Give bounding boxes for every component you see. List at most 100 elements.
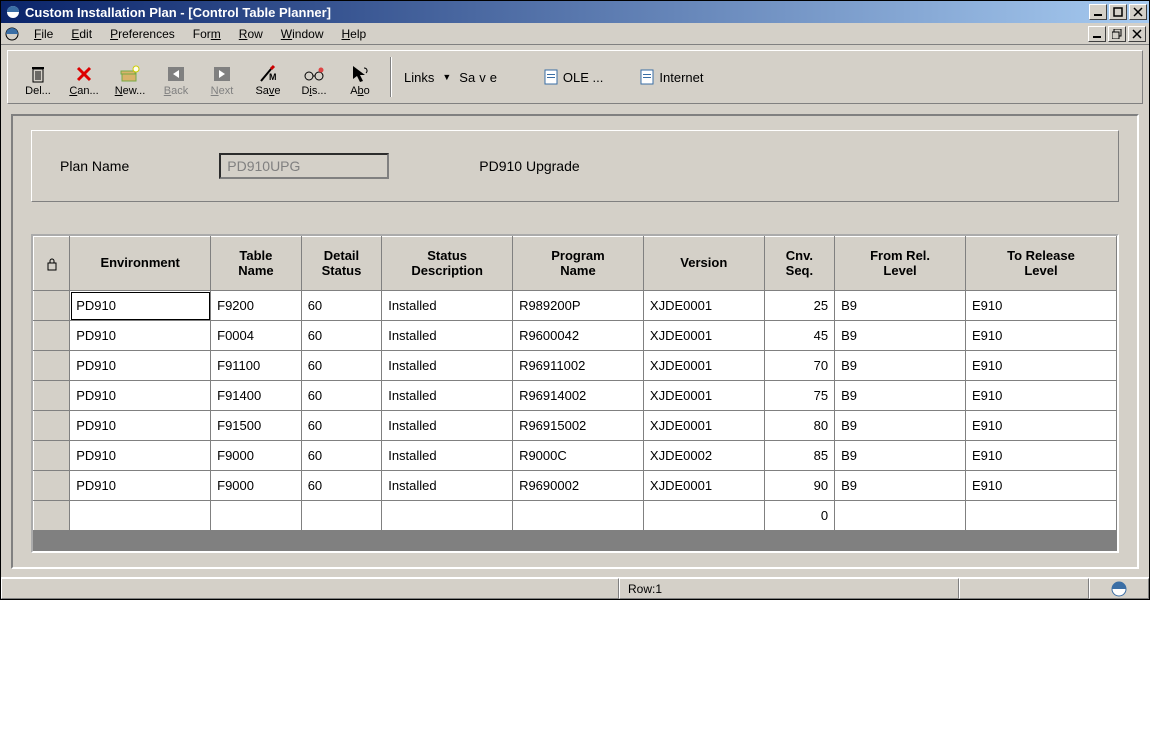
cell-to-release-level[interactable] xyxy=(965,501,1116,531)
table-row[interactable]: PD910F9110060InstalledR96911002XJDE00017… xyxy=(34,351,1117,381)
delete-button[interactable]: Del... xyxy=(16,55,60,99)
cell-cnv-seq[interactable]: 85 xyxy=(764,441,834,471)
links-save[interactable]: Save xyxy=(459,70,497,85)
cell-version[interactable]: XJDE0001 xyxy=(643,411,764,441)
links-internet[interactable]: Internet xyxy=(639,69,703,85)
cell-environment[interactable] xyxy=(70,501,211,531)
cell-version[interactable]: XJDE0001 xyxy=(643,381,764,411)
cell-environment[interactable]: PD910 xyxy=(70,441,211,471)
row-header[interactable] xyxy=(34,471,70,501)
maximize-button[interactable] xyxy=(1109,4,1127,20)
cell-to-release-level[interactable]: E910 xyxy=(965,351,1116,381)
cell-version[interactable]: XJDE0001 xyxy=(643,351,764,381)
table-row[interactable]: PD910F900060InstalledR9000CXJDE000285B9E… xyxy=(34,441,1117,471)
col-detail-status[interactable]: DetailStatus xyxy=(301,237,382,291)
cell-table-name[interactable] xyxy=(211,501,302,531)
col-cnv-seq[interactable]: Cnv.Seq. xyxy=(764,237,834,291)
cancel-button[interactable]: Can... xyxy=(62,55,106,99)
cell-to-release-level[interactable]: E910 xyxy=(965,291,1116,321)
col-to-release-level[interactable]: To ReleaseLevel xyxy=(965,237,1116,291)
cell-status-description[interactable]: Installed xyxy=(382,381,513,411)
menu-help[interactable]: Help xyxy=(333,25,374,43)
table-row[interactable]: PD910F900060InstalledR9690002XJDE000190B… xyxy=(34,471,1117,501)
cell-from-rel-level[interactable]: B9 xyxy=(835,471,966,501)
cell-table-name[interactable]: F91100 xyxy=(211,351,302,381)
row-header[interactable] xyxy=(34,501,70,531)
cell-table-name[interactable]: F9200 xyxy=(211,291,302,321)
new-button[interactable]: New... xyxy=(108,55,152,99)
cell-from-rel-level[interactable]: B9 xyxy=(835,441,966,471)
cell-detail-status[interactable]: 60 xyxy=(301,471,382,501)
cell-table-name[interactable]: F0004 xyxy=(211,321,302,351)
cell-environment[interactable]: PD910 xyxy=(70,471,211,501)
cell-cnv-seq[interactable]: 80 xyxy=(764,411,834,441)
cell-cnv-seq[interactable]: 0 xyxy=(764,501,834,531)
cell-detail-status[interactable]: 60 xyxy=(301,411,382,441)
about-button[interactable]: Abo xyxy=(338,55,382,99)
cell-table-name[interactable]: F9000 xyxy=(211,471,302,501)
cell-table-name[interactable]: F91500 xyxy=(211,411,302,441)
cell-status-description[interactable]: Installed xyxy=(382,471,513,501)
cell-environment[interactable]: PD910 xyxy=(70,351,211,381)
cell-cnv-seq[interactable]: 90 xyxy=(764,471,834,501)
cell-program-name[interactable]: R9690002 xyxy=(513,471,644,501)
menu-edit[interactable]: Edit xyxy=(63,25,100,43)
cell-to-release-level[interactable]: E910 xyxy=(965,321,1116,351)
col-table-name[interactable]: TableName xyxy=(211,237,302,291)
table-row[interactable]: PD910F000460InstalledR9600042XJDE000145B… xyxy=(34,321,1117,351)
cell-to-release-level[interactable]: E910 xyxy=(965,411,1116,441)
row-header[interactable] xyxy=(34,351,70,381)
cell-to-release-level[interactable]: E910 xyxy=(965,471,1116,501)
mdi-close-button[interactable] xyxy=(1128,26,1146,42)
cell-cnv-seq[interactable]: 45 xyxy=(764,321,834,351)
table-row[interactable]: 0 xyxy=(34,501,1117,531)
menu-prefs[interactable]: Preferences xyxy=(102,25,183,43)
cell-table-name[interactable]: F91400 xyxy=(211,381,302,411)
links-ole[interactable]: OLE ... xyxy=(543,69,603,85)
cell-detail-status[interactable]: 60 xyxy=(301,351,382,381)
col-program-name[interactable]: ProgramName xyxy=(513,237,644,291)
col-environment[interactable]: Environment xyxy=(70,237,211,291)
menu-form[interactable]: Form xyxy=(185,25,229,43)
menu-window[interactable]: Window xyxy=(273,25,332,43)
cell-detail-status[interactable]: 60 xyxy=(301,381,382,411)
cell-program-name[interactable]: R96915002 xyxy=(513,411,644,441)
col-version[interactable]: Version xyxy=(643,237,764,291)
menu-file[interactable]: File xyxy=(26,25,61,43)
cell-from-rel-level[interactable]: B9 xyxy=(835,291,966,321)
display-button[interactable]: Dis... xyxy=(292,55,336,99)
cell-status-description[interactable]: Installed xyxy=(382,441,513,471)
cell-program-name[interactable]: R9000C xyxy=(513,441,644,471)
row-header[interactable] xyxy=(34,411,70,441)
cell-program-name[interactable]: R96911002 xyxy=(513,351,644,381)
back-button[interactable]: Back xyxy=(154,55,198,99)
cell-cnv-seq[interactable]: 70 xyxy=(764,351,834,381)
cell-environment[interactable]: PD910 xyxy=(70,381,211,411)
table-row[interactable]: PD910F920060InstalledR989200PXJDE000125B… xyxy=(34,291,1117,321)
cell-to-release-level[interactable]: E910 xyxy=(965,381,1116,411)
cell-from-rel-level[interactable]: B9 xyxy=(835,351,966,381)
cell-version[interactable]: XJDE0001 xyxy=(643,321,764,351)
mdi-minimize-button[interactable] xyxy=(1088,26,1106,42)
row-header[interactable] xyxy=(34,381,70,411)
cell-status-description[interactable]: Installed xyxy=(382,411,513,441)
cell-status-description[interactable]: Installed xyxy=(382,291,513,321)
cell-from-rel-level[interactable]: B9 xyxy=(835,411,966,441)
cell-from-rel-level[interactable]: B9 xyxy=(835,381,966,411)
cell-environment[interactable]: PD910 xyxy=(70,321,211,351)
cell-status-description[interactable]: Installed xyxy=(382,351,513,381)
row-header[interactable] xyxy=(34,291,70,321)
cell-detail-status[interactable]: 60 xyxy=(301,441,382,471)
cell-version[interactable]: XJDE0002 xyxy=(643,441,764,471)
cell-detail-status[interactable] xyxy=(301,501,382,531)
col-from-rel-level[interactable]: From Rel.Level xyxy=(835,237,966,291)
minimize-button[interactable] xyxy=(1089,4,1107,20)
cell-version[interactable]: XJDE0001 xyxy=(643,291,764,321)
cell-program-name[interactable]: R989200P xyxy=(513,291,644,321)
cell-to-release-level[interactable]: E910 xyxy=(965,441,1116,471)
plan-name-input[interactable] xyxy=(219,153,389,179)
next-button[interactable]: Next xyxy=(200,55,244,99)
cell-from-rel-level[interactable] xyxy=(835,501,966,531)
cell-table-name[interactable]: F9000 xyxy=(211,441,302,471)
cell-program-name[interactable] xyxy=(513,501,644,531)
